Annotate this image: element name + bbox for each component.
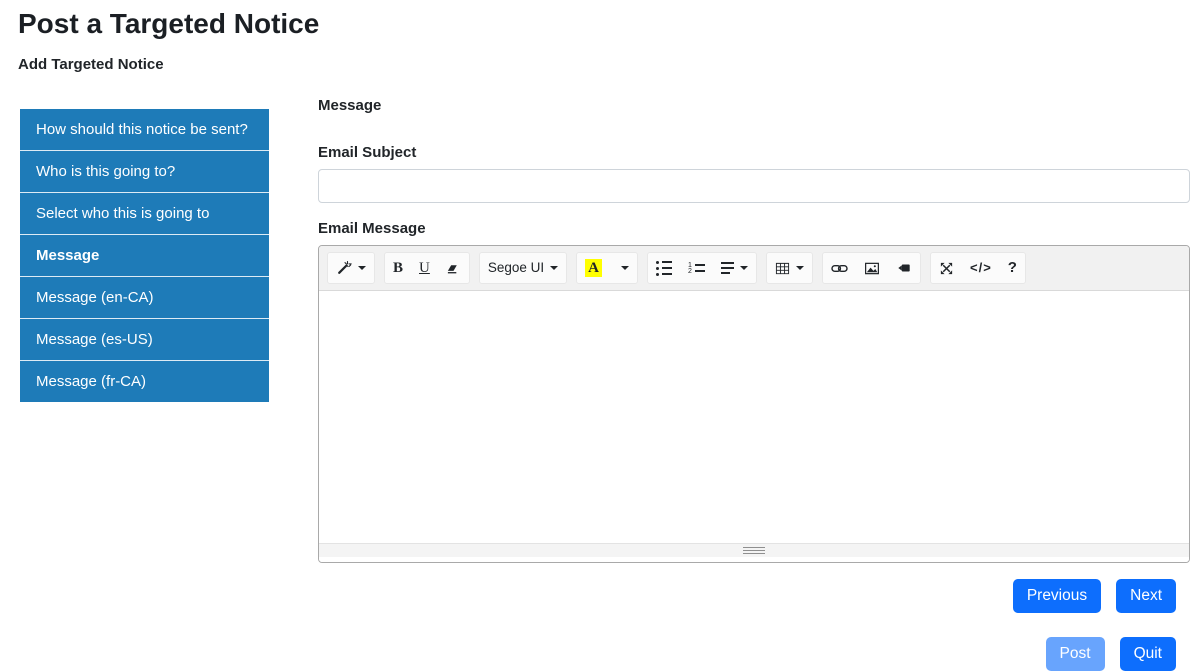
caret-down-icon (740, 266, 748, 270)
caret-down-icon (621, 266, 629, 270)
nav-actions: Previous Next (318, 579, 1190, 613)
editor-statusbar (319, 543, 1189, 557)
magic-wand-icon (336, 260, 352, 276)
bullet-list-icon (656, 260, 672, 276)
quit-button[interactable]: Quit (1119, 637, 1176, 671)
editor-canvas[interactable] (319, 291, 1189, 543)
paragraph-group: 1 2 (647, 252, 757, 284)
link-button[interactable] (823, 253, 856, 283)
unordered-list-button[interactable] (648, 253, 680, 283)
expand-arrows-icon (939, 261, 954, 276)
rich-text-editor: B U Segoe UI A 1 2 </> ? (318, 245, 1190, 563)
align-lines-icon (721, 262, 734, 274)
link-icon (831, 261, 848, 276)
font-family-label: Segoe UI (487, 260, 545, 275)
ordered-list-button[interactable]: 1 2 (680, 253, 713, 283)
editor-bottom-strip (319, 557, 1189, 562)
numbered-list-icon: 1 2 (688, 262, 705, 275)
code-icon: </> (970, 260, 992, 275)
video-button[interactable] (888, 253, 920, 283)
help-button[interactable]: ? (1000, 253, 1025, 283)
wizard-step-list: How should this notice be sent? Who is t… (20, 109, 269, 402)
page: Post a Targeted Notice Add Targeted Noti… (0, 0, 1196, 671)
underline-label: U (419, 260, 430, 276)
bold-button[interactable]: B (385, 253, 411, 283)
email-subject-input[interactable] (318, 169, 1190, 203)
wizard-step-select-who[interactable]: Select who this is going to (20, 193, 269, 235)
video-camera-icon (896, 261, 912, 275)
font-family-dropdown[interactable]: Segoe UI (480, 253, 566, 283)
style-dropdown-button[interactable] (328, 253, 374, 283)
resize-handle[interactable] (743, 547, 765, 554)
table-grid-icon (775, 261, 790, 276)
clear-formatting-button[interactable] (438, 253, 469, 283)
text-color-icon: A (585, 259, 602, 277)
insert-group (822, 252, 921, 284)
bold-label: B (393, 260, 404, 276)
color-group: A (576, 252, 638, 284)
page-subtitle: Add Targeted Notice (18, 56, 164, 73)
editor-toolbar: B U Segoe UI A 1 2 </> ? (319, 246, 1189, 291)
font-style-group: B U (384, 252, 470, 284)
codeview-button[interactable]: </> (962, 253, 1000, 283)
submit-actions: Post Quit (318, 637, 1190, 671)
font-name-group: Segoe UI (478, 252, 568, 284)
wizard-step-message-fr-ca[interactable]: Message (fr-CA) (20, 361, 269, 402)
wizard-step-message-es-us[interactable]: Message (es-US) (20, 319, 269, 361)
page-title: Post a Targeted Notice (18, 8, 320, 39)
wizard-step-message[interactable]: Message (20, 235, 269, 277)
image-icon (864, 261, 880, 276)
caret-down-icon (796, 266, 804, 270)
table-button[interactable] (767, 253, 812, 283)
caret-down-icon (358, 266, 366, 270)
paragraph-align-button[interactable] (713, 253, 756, 283)
fullscreen-button[interactable] (931, 253, 962, 283)
eraser-icon (446, 261, 461, 276)
email-message-label: Email Message (318, 220, 426, 237)
caret-down-icon (550, 266, 559, 270)
view-group: </> ? (930, 252, 1026, 284)
previous-button[interactable]: Previous (1012, 579, 1102, 613)
text-color-dropdown[interactable] (610, 253, 637, 283)
question-mark-icon: ? (1007, 259, 1017, 276)
text-color-button[interactable]: A (577, 253, 610, 283)
message-form: Message Email Subject Email Message B U … (318, 97, 1190, 671)
style-group (327, 252, 375, 284)
wizard-step-who-going-to[interactable]: Who is this going to? (20, 151, 269, 193)
wizard-step-message-en-ca[interactable]: Message (en-CA) (20, 277, 269, 319)
email-subject-label: Email Subject (318, 144, 417, 161)
content-row: How should this notice be sent? Who is t… (18, 97, 1190, 671)
wizard-step-how-sent[interactable]: How should this notice be sent? (20, 109, 269, 151)
underline-button[interactable]: U (411, 253, 438, 283)
table-group (766, 252, 813, 284)
picture-button[interactable] (856, 253, 888, 283)
post-button[interactable]: Post (1045, 637, 1105, 671)
next-button[interactable]: Next (1116, 579, 1176, 613)
section-heading: Message (318, 97, 382, 114)
